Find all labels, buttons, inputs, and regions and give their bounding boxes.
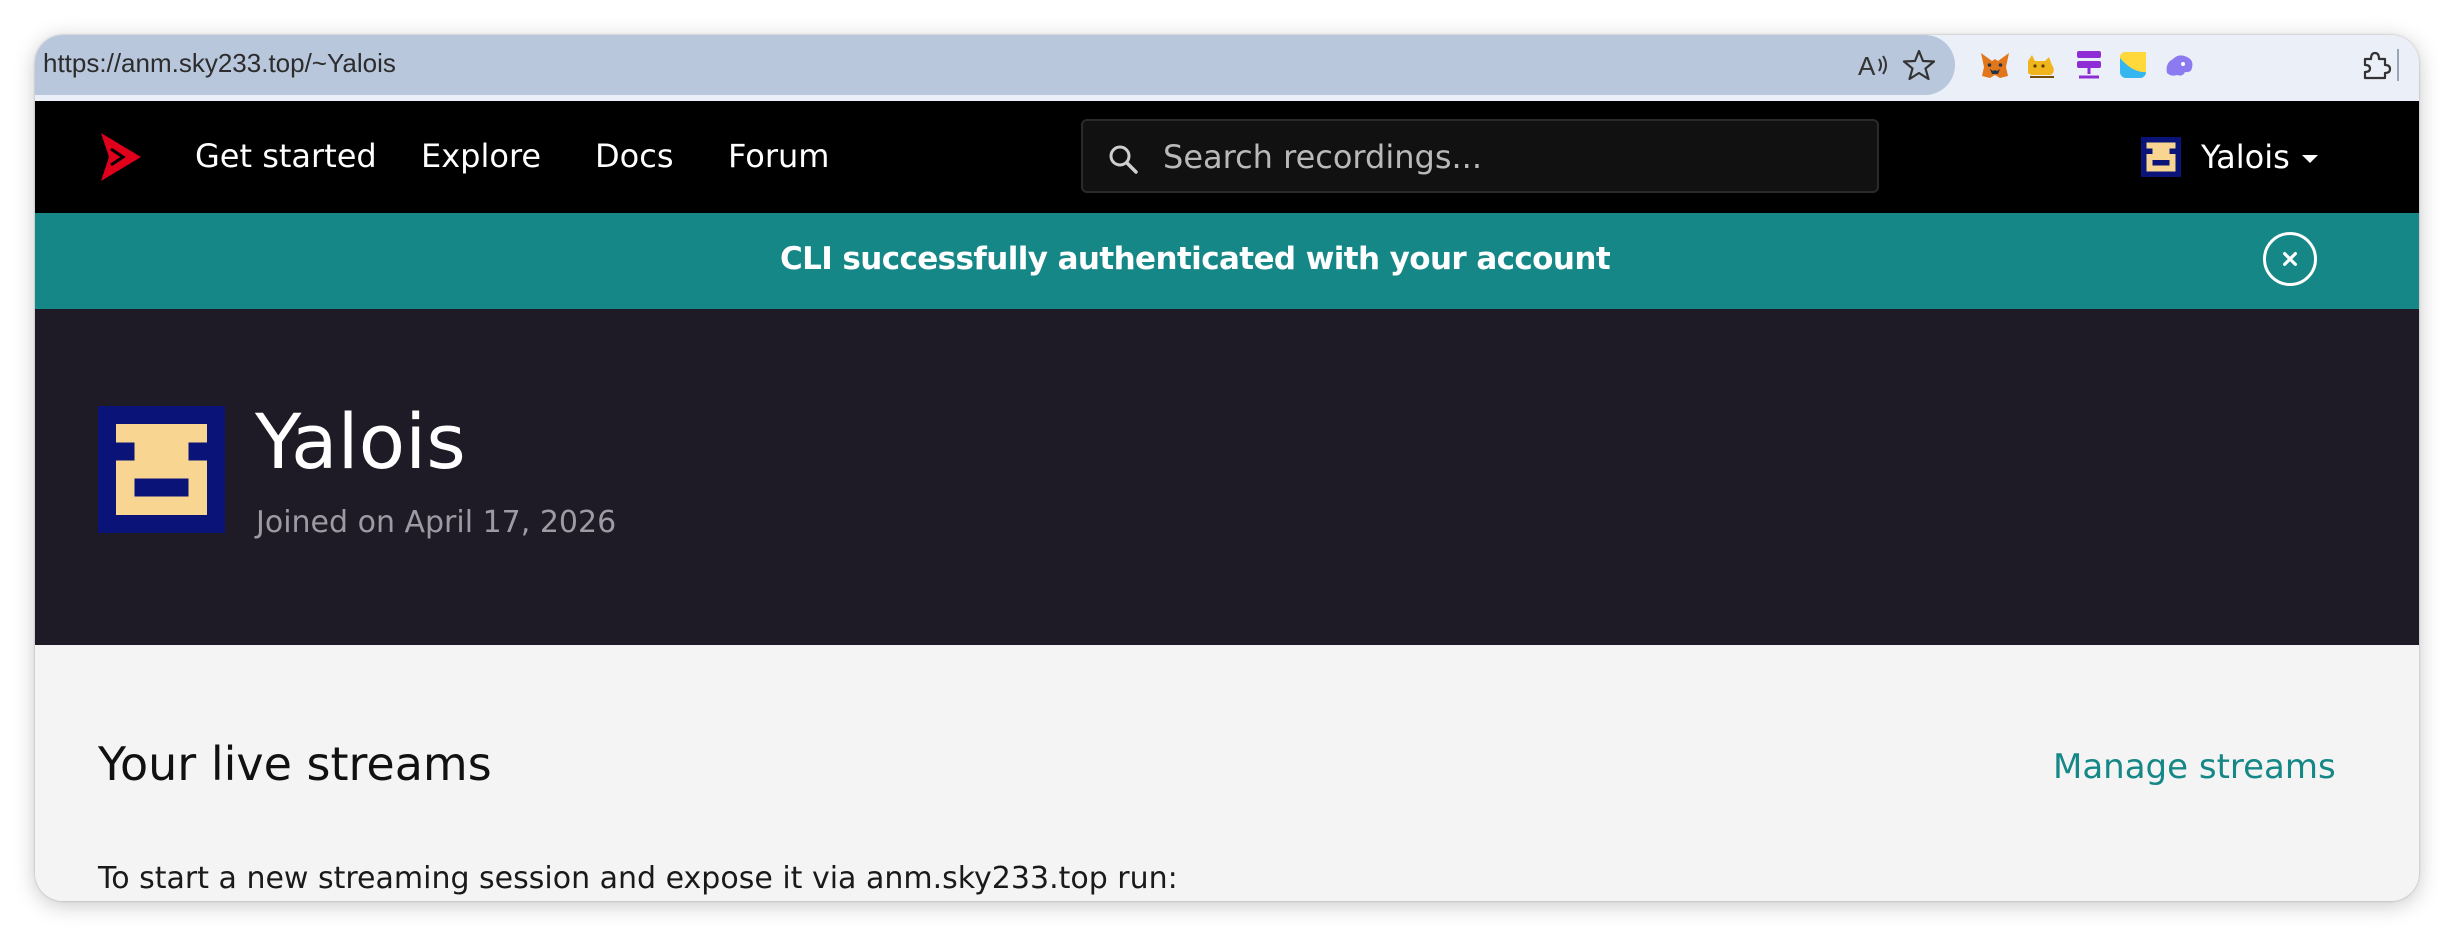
- metamask-fox-icon[interactable]: [1975, 45, 2015, 85]
- nav-link-docs[interactable]: Docs: [595, 137, 673, 175]
- close-banner-button[interactable]: [2263, 232, 2317, 286]
- profile-avatar: [98, 406, 225, 533]
- extensions-puzzle-icon[interactable]: [2355, 45, 2395, 85]
- search-icon: [1109, 145, 1138, 174]
- cloud-extension-icon[interactable]: [2159, 45, 2199, 85]
- nav-link-forum[interactable]: Forum: [728, 137, 829, 175]
- search-box[interactable]: [1081, 119, 1879, 193]
- site-navbar: Get started Explore Docs Forum Yalois: [35, 101, 2419, 213]
- chevron-down-icon: [2301, 155, 2318, 163]
- toolbar-separator: [2397, 49, 2399, 81]
- svg-text:A: A: [1858, 51, 1876, 81]
- profile-joined-date: Joined on April 17, 2026: [256, 505, 617, 540]
- live-streams-section: Your live streams Manage streams To star…: [35, 645, 2419, 901]
- cat-extension-icon[interactable]: [2021, 45, 2061, 85]
- user-avatar-icon: [2141, 137, 2181, 177]
- sticky-note-icon[interactable]: [2113, 45, 2153, 85]
- nav-link-get-started[interactable]: Get started: [195, 137, 377, 175]
- profile-name: Yalois: [255, 397, 466, 486]
- search-input[interactable]: [1161, 131, 1855, 183]
- close-icon: [2283, 252, 2297, 266]
- browser-toolbar: https://anm.sky233.top/~Yalois A: [35, 35, 2419, 101]
- browser-window: https://anm.sky233.top/~Yalois A Get sta…: [35, 35, 2419, 901]
- favorite-star-icon[interactable]: [1899, 45, 1939, 85]
- stream-instructions: To start a new streaming session and exp…: [98, 861, 1178, 896]
- nav-link-explore[interactable]: Explore: [421, 137, 541, 175]
- profile-header: Yalois Joined on April 17, 2026: [35, 309, 2419, 645]
- user-menu-dropdown[interactable]: Yalois: [2141, 135, 2318, 179]
- flash-message: CLI successfully authenticated with your…: [779, 241, 1611, 277]
- flash-banner: CLI successfully authenticated with your…: [35, 213, 2419, 309]
- network-extension-icon[interactable]: [2069, 45, 2109, 85]
- address-bar[interactable]: https://anm.sky233.top/~Yalois A: [35, 35, 1955, 95]
- user-name: Yalois: [2201, 138, 2290, 176]
- manage-streams-link[interactable]: Manage streams: [2053, 747, 2336, 787]
- asciinema-logo-icon[interactable]: [99, 131, 143, 183]
- url-text[interactable]: https://anm.sky233.top/~Yalois: [43, 48, 396, 79]
- section-heading: Your live streams: [98, 737, 492, 791]
- read-aloud-icon[interactable]: A: [1853, 45, 1893, 85]
